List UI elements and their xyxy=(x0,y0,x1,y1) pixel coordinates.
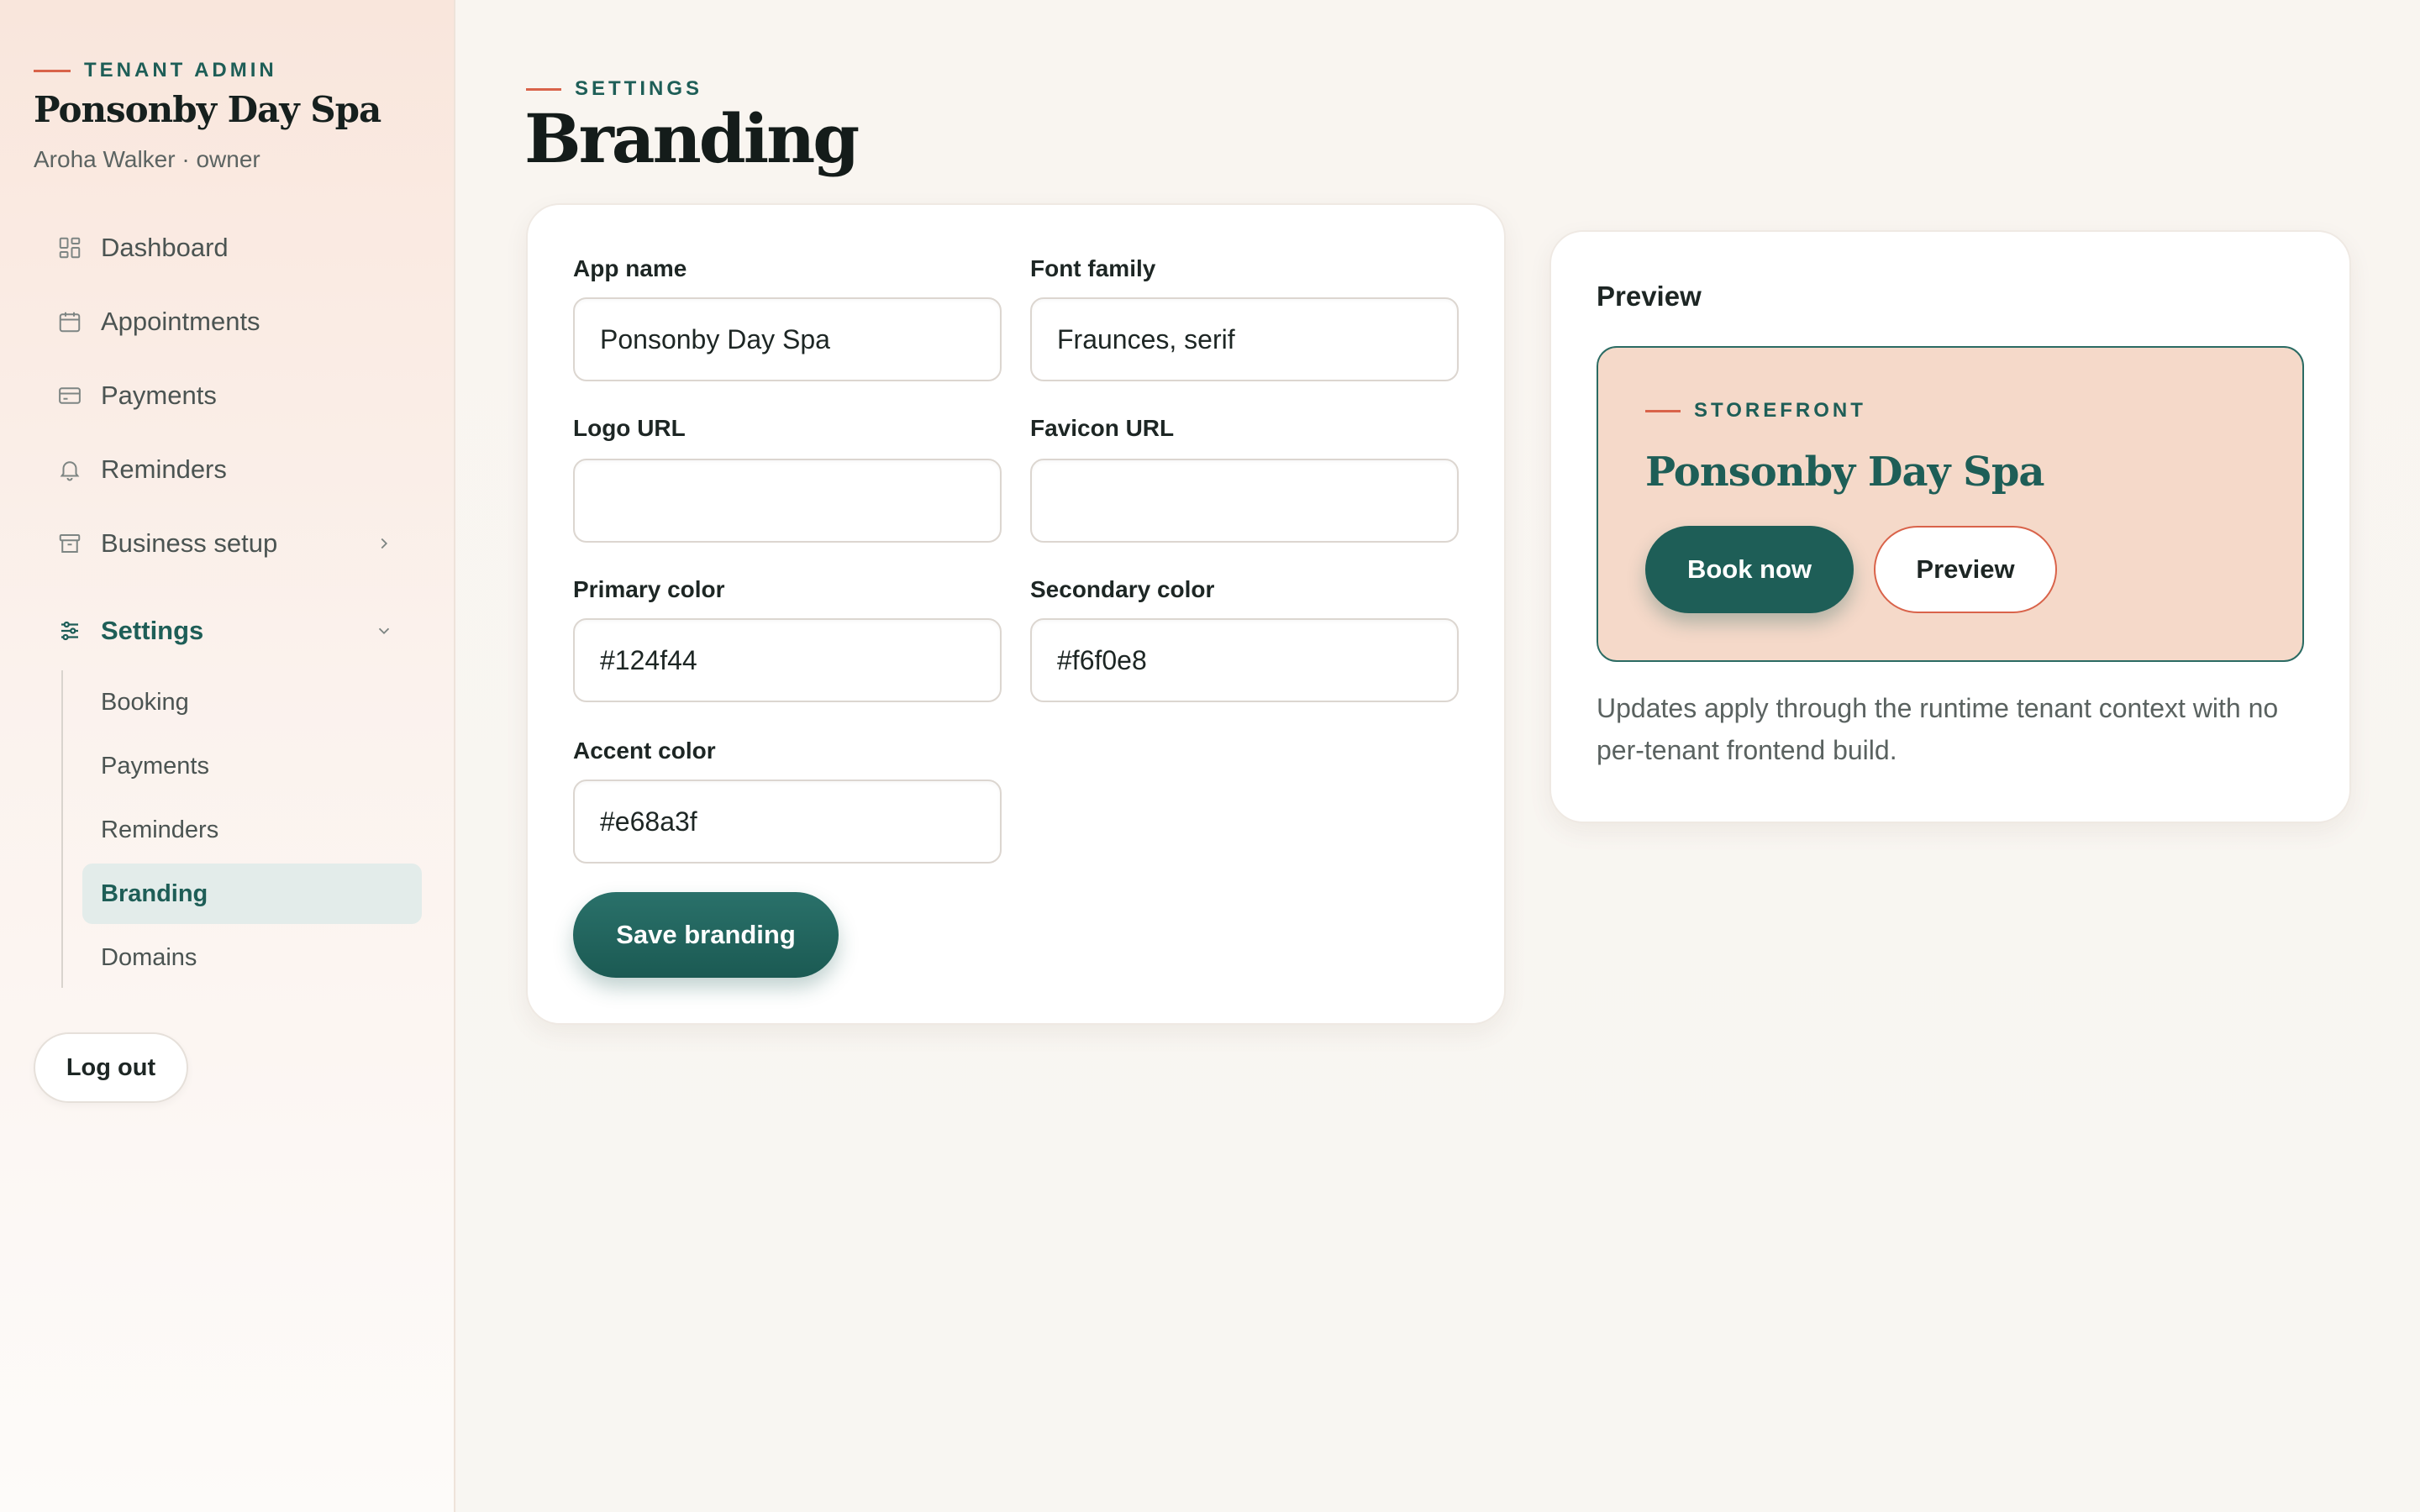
chevron-down-icon xyxy=(378,627,390,635)
nav-item-label: Business setup xyxy=(101,528,278,558)
storefront-title: Ponsonby Day Spa xyxy=(1645,449,2044,496)
nav-item-label: Appointments xyxy=(101,307,260,336)
favicon-url-input[interactable] xyxy=(1030,459,1459,543)
storefront-preview xyxy=(1597,346,2304,662)
store-icon xyxy=(57,531,82,556)
sidebar-item-payments[interactable]: Payments xyxy=(82,736,422,796)
nav-item-reminders[interactable]: Reminders xyxy=(34,440,420,499)
accent-color-input[interactable] xyxy=(573,780,1002,864)
eyebrow-dash xyxy=(34,69,71,72)
tenant-admin-eyebrow: TENANT ADMIN xyxy=(34,59,277,82)
primary-color-input[interactable] xyxy=(573,618,1002,702)
secondary-color-input[interactable] xyxy=(1030,618,1459,702)
eyebrow-dash xyxy=(1645,409,1681,412)
accent-color-label: Accent color xyxy=(573,738,716,764)
sidebar-item-reminders[interactable]: Reminders xyxy=(82,800,422,860)
settings-eyebrow-label: SETTINGS xyxy=(575,77,703,100)
nav-item-appointments[interactable]: Appointments xyxy=(34,292,420,351)
nav-item-business-setup[interactable]: Business setup xyxy=(34,514,420,573)
secondary-color-label: Secondary color xyxy=(1030,576,1215,602)
page-title: Branding xyxy=(524,99,860,178)
calendar-icon xyxy=(57,309,82,334)
nav-item-payments[interactable]: Payments xyxy=(34,366,420,425)
current-user: Aroha Walker · owner xyxy=(34,146,260,172)
dashboard-icon xyxy=(57,235,82,260)
logo-url-input[interactable] xyxy=(573,459,1002,543)
app-name-input[interactable] xyxy=(573,297,1002,381)
app-name-label: App name xyxy=(573,255,687,281)
sliders-icon xyxy=(57,618,82,643)
nav-item-label: Payments xyxy=(101,381,217,410)
eyebrow-dash xyxy=(526,87,561,91)
business-name: Ponsonby Day Spa xyxy=(34,89,381,130)
settings-submenu-line xyxy=(61,670,63,988)
nav-item-dashboard[interactable]: Dashboard xyxy=(34,218,420,277)
preview-button[interactable]: Preview xyxy=(1874,526,2057,613)
settings-eyebrow: SETTINGS xyxy=(526,77,702,101)
sidebar: TENANT ADMIN Ponsonby Day Spa Aroha Walk… xyxy=(0,0,455,1512)
favicon-url-label: Favicon URL xyxy=(1030,415,1175,441)
sidebar-item-branding[interactable]: Branding xyxy=(82,864,422,924)
book-now-button[interactable]: Book now xyxy=(1645,526,1854,613)
sidebar-item-booking[interactable]: Booking xyxy=(82,672,422,732)
bell-icon xyxy=(57,457,82,482)
tenant-admin-label: TENANT ADMIN xyxy=(84,59,277,81)
nav-item-label: Dashboard xyxy=(101,233,229,262)
save-branding-button[interactable]: Save branding xyxy=(573,892,839,978)
font-family-input[interactable] xyxy=(1030,297,1459,381)
primary-color-label: Primary color xyxy=(573,576,725,602)
storefront-eyebrow: STOREFRONT xyxy=(1645,399,1866,423)
credit-card-icon xyxy=(57,383,82,408)
logo-url-label: Logo URL xyxy=(573,415,686,441)
chevron-right-icon xyxy=(381,538,388,549)
sidebar-item-domains[interactable]: Domains xyxy=(82,927,422,988)
nav-item-label: Settings xyxy=(101,616,204,645)
preview-heading: Preview xyxy=(1597,281,1702,312)
logout-button[interactable]: Log out xyxy=(34,1032,188,1103)
storefront-eyebrow-label: STOREFRONT xyxy=(1694,399,1866,422)
font-family-label: Font family xyxy=(1030,255,1156,281)
nav-item-label: Reminders xyxy=(101,454,227,484)
nav-item-settings[interactable]: Settings xyxy=(34,601,420,660)
preview-note: Updates apply through the runtime tenant… xyxy=(1597,693,2279,765)
